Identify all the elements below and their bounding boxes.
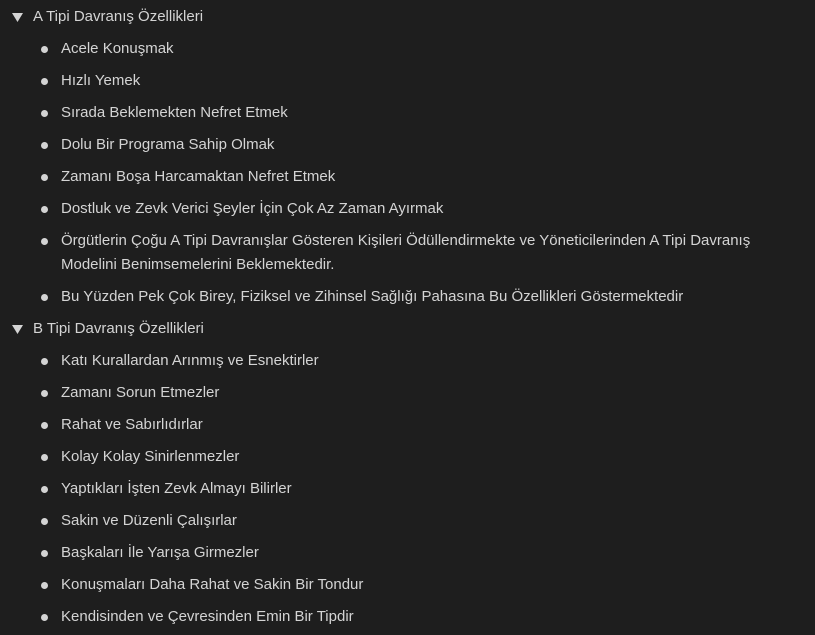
section-b: B Tipi Davranış Özellikleri Katı Kuralla…	[0, 313, 815, 633]
list-item-text: Dolu Bir Programa Sahip Olmak	[61, 136, 275, 153]
bullet-icon	[41, 206, 48, 213]
bullet-icon	[41, 142, 48, 149]
list-item-text: Hızlı Yemek	[61, 72, 141, 89]
list-item: Sırada Beklemekten Nefret Etmek	[0, 97, 815, 129]
bullet-icon	[41, 294, 48, 301]
bullet-icon	[41, 486, 48, 493]
list-item: Örgütlerin Çoğu A Tipi Davranışlar Göste…	[0, 225, 815, 281]
bullet-icon	[41, 614, 48, 621]
list-item-text: Katı Kurallardan Arınmış ve Esnektirler	[61, 352, 319, 369]
list-item: Acele Konuşmak	[0, 33, 815, 65]
bullet-icon	[41, 110, 48, 117]
bullet-icon	[41, 238, 48, 245]
bullet-icon	[41, 358, 48, 365]
list-item: Hızlı Yemek	[0, 65, 815, 97]
list-item-text: Acele Konuşmak	[61, 40, 174, 57]
list-item: Başkaları İle Yarışa Girmezler	[0, 537, 815, 569]
outline-document: A Tipi Davranış Özellikleri Acele Konuşm…	[0, 0, 815, 633]
triangle-down-icon[interactable]	[11, 11, 23, 23]
bullet-icon	[41, 174, 48, 181]
triangle-down-icon[interactable]	[11, 323, 23, 335]
list-item: Konuşmaları Daha Rahat ve Sakin Bir Tond…	[0, 569, 815, 601]
bullet-icon	[41, 78, 48, 85]
list-item: Zamanı Boşa Harcamaktan Nefret Etmek	[0, 161, 815, 193]
bullet-icon	[41, 422, 48, 429]
list-item: Rahat ve Sabırlıdırlar	[0, 409, 815, 441]
bullet-icon	[41, 454, 48, 461]
list-item-text: Sakin ve Düzenli Çalışırlar	[61, 512, 237, 529]
list-item: Kendisinden ve Çevresinden Emin Bir Tipd…	[0, 601, 815, 633]
list-item: Dostluk ve Zevk Verici Şeyler İçin Çok A…	[0, 193, 815, 225]
list-item: Kolay Kolay Sinirlenmezler	[0, 441, 815, 473]
list-item-text: Kolay Kolay Sinirlenmezler	[61, 448, 240, 465]
list-item-text: Zamanı Sorun Etmezler	[61, 384, 220, 401]
section-b-list: Katı Kurallardan Arınmış ve Esnektirler …	[0, 345, 815, 633]
section-a-list: Acele Konuşmak Hızlı Yemek Sırada Beklem…	[0, 33, 815, 313]
bullet-icon	[41, 46, 48, 53]
list-item: Bu Yüzden Pek Çok Birey, Fiziksel ve Zih…	[0, 281, 815, 313]
bullet-icon	[41, 518, 48, 525]
list-item-text: Konuşmaları Daha Rahat ve Sakin Bir Tond…	[61, 576, 364, 593]
section-a-title: A Tipi Davranış Özellikleri	[33, 8, 204, 25]
list-item: Yaptıkları İşten Zevk Almayı Bilirler	[0, 473, 815, 505]
list-item-text: Dostluk ve Zevk Verici Şeyler İçin Çok A…	[61, 200, 444, 217]
list-item: Sakin ve Düzenli Çalışırlar	[0, 505, 815, 537]
list-item-text: Rahat ve Sabırlıdırlar	[61, 416, 203, 433]
list-item-text: Örgütlerin Çoğu A Tipi Davranışlar Göste…	[61, 232, 751, 273]
list-item-text: Bu Yüzden Pek Çok Birey, Fiziksel ve Zih…	[61, 288, 684, 305]
bullet-icon	[41, 390, 48, 397]
bullet-icon	[41, 582, 48, 589]
list-item-text: Sırada Beklemekten Nefret Etmek	[61, 104, 288, 121]
section-a: A Tipi Davranış Özellikleri Acele Konuşm…	[0, 1, 815, 313]
section-b-header[interactable]: B Tipi Davranış Özellikleri	[0, 313, 815, 345]
list-item-text: Başkaları İle Yarışa Girmezler	[61, 544, 259, 561]
list-item: Zamanı Sorun Etmezler	[0, 377, 815, 409]
section-b-title: B Tipi Davranış Özellikleri	[33, 320, 204, 337]
list-item-text: Kendisinden ve Çevresinden Emin Bir Tipd…	[61, 608, 354, 625]
list-item-text: Zamanı Boşa Harcamaktan Nefret Etmek	[61, 168, 336, 185]
section-a-header[interactable]: A Tipi Davranış Özellikleri	[0, 1, 815, 33]
list-item: Dolu Bir Programa Sahip Olmak	[0, 129, 815, 161]
list-item: Katı Kurallardan Arınmış ve Esnektirler	[0, 345, 815, 377]
list-item-text: Yaptıkları İşten Zevk Almayı Bilirler	[61, 480, 292, 497]
bullet-icon	[41, 550, 48, 557]
